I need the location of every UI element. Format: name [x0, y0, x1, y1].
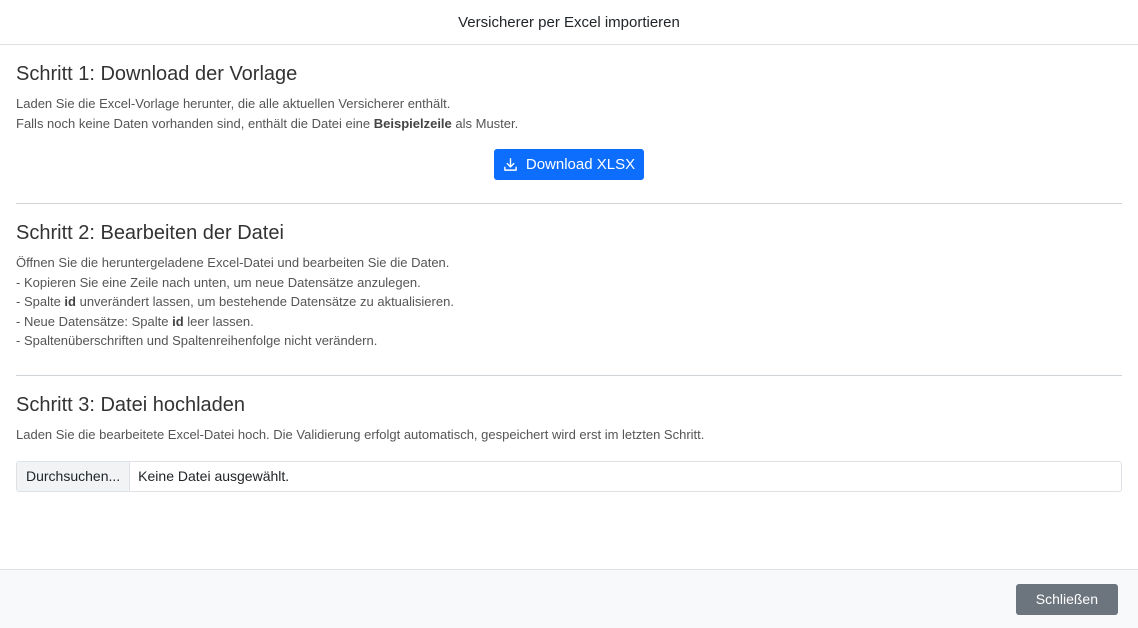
download-xlsx-label: Download XLSX [525, 156, 636, 173]
close-button[interactable]: Schließen [1015, 583, 1118, 615]
dialog-body: Schritt 1: Download der Vorlage Laden Si… [0, 45, 1138, 492]
step-1-text: Laden Sie die Excel-Vorlage herunter, di… [16, 94, 1122, 133]
step-2-line-1: Öffnen Sie die heruntergeladene Excel-Da… [16, 255, 450, 270]
step-2-line-2: - Kopieren Sie eine Zeile nach unten, um… [16, 274, 421, 290]
step-2-line-3-end: unverändert lassen, um bestehende Datens… [75, 294, 454, 309]
step-1-line-2-end: als Muster. [451, 115, 519, 131]
file-upload-input[interactable]: Durchsuchen... Keine Datei ausgewählt. [16, 460, 1122, 492]
file-status: Keine Datei ausgewählt. [138, 468, 290, 484]
step-2-line-4-end: leer lassen. [183, 313, 254, 329]
dialog-header: Versicherer per Excel importieren [0, 0, 1138, 45]
download-xlsx-button[interactable]: Download XLSX [493, 149, 645, 180]
browse-button[interactable]: Durchsuchen... [17, 461, 131, 491]
step-2-heading: Schritt 2: Bearbeiten der Datei [16, 222, 284, 244]
dialog-title: Versicherer per Excel importieren [458, 13, 680, 31]
download-wrapper: Download XLSX [16, 149, 1122, 180]
step-2-section: Schritt 2: Bearbeiten der Datei Öffnen S… [16, 204, 1122, 376]
step-1-line-1: Laden Sie die Excel-Vorlage herunter, di… [16, 96, 451, 111]
step-1-heading: Schritt 1: Download der Vorlage [16, 63, 298, 85]
step-2-text: Öffnen Sie die heruntergeladene Excel-Da… [16, 253, 1122, 351]
step-1-section: Schritt 1: Download der Vorlage Laden Si… [16, 62, 1122, 204]
step-1-line-2-bold: Beispielzeile [373, 115, 452, 131]
import-dialog: Versicherer per Excel importieren Schrit… [0, 0, 1138, 628]
step-3-section: Schritt 3: Datei hochladen Laden Sie die… [16, 376, 1122, 492]
step-3-text: Laden Sie die bearbeitete Excel-Datei ho… [16, 427, 705, 442]
step-2-line-3-start: - Spalte [16, 294, 65, 309]
step-2-line-4-bold: id [172, 313, 184, 329]
dialog-footer: Schließen [0, 569, 1138, 628]
download-icon [504, 158, 517, 171]
step-3-heading: Schritt 3: Datei hochladen [16, 394, 246, 416]
step-2-line-3-bold: id [64, 294, 76, 309]
step-2-line-5: - Spaltenüberschriften und Spaltenreihen… [16, 333, 378, 348]
step-2-line-4-start: - Neue Datensätze: Spalte [16, 313, 173, 329]
step-1-line-2-start: Falls noch keine Daten vorhanden sind, e… [16, 115, 374, 131]
